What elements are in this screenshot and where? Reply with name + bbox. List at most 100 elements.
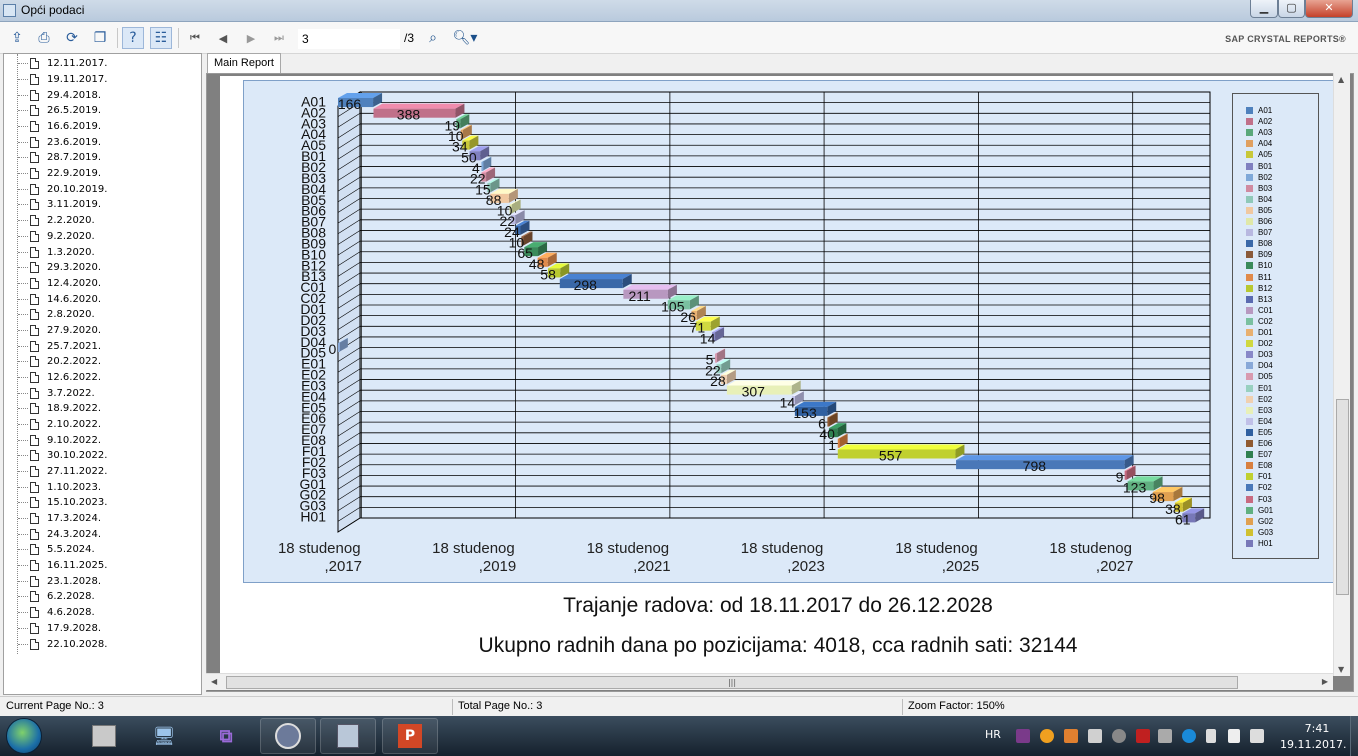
tree-item[interactable]: 17.3.2024.: [18, 511, 101, 527]
taskbar-app-media-icon[interactable]: [260, 718, 316, 754]
vertical-scrollbar[interactable]: ▲ ▼: [1333, 73, 1350, 676]
bar: [338, 342, 340, 353]
horizontal-scroll-thumb[interactable]: |||: [226, 676, 1238, 689]
taskbar-app-installer-icon[interactable]: [320, 718, 376, 754]
taskbar-app-visual-studio-icon[interactable]: ⧉: [198, 718, 254, 754]
tree-item[interactable]: 15.10.2023.: [18, 495, 107, 511]
tray-network-icon[interactable]: [1250, 729, 1264, 743]
tree-item[interactable]: 16.11.2025.: [18, 558, 107, 574]
tree-item[interactable]: 17.9.2028.: [18, 620, 101, 636]
tree-item[interactable]: 12.6.2022.: [18, 370, 101, 386]
parameters-icon[interactable]: ?: [122, 27, 144, 49]
tree-item-label: 19.11.2017.: [47, 74, 108, 86]
scroll-down-icon[interactable]: ▼: [1338, 665, 1344, 674]
tray-device-icon[interactable]: [1088, 729, 1102, 743]
tree-item[interactable]: 24.3.2024.: [18, 526, 101, 542]
tree-item[interactable]: 1.10.2023.: [18, 479, 101, 495]
tree-item[interactable]: 2.8.2020.: [18, 307, 95, 323]
tree-item[interactable]: 25.7.2021.: [18, 338, 101, 354]
tree-item[interactable]: 3.11.2019.: [18, 197, 101, 213]
scroll-right-icon[interactable]: ▶: [1322, 677, 1328, 686]
taskbar-app-powerpoint-icon[interactable]: P: [382, 718, 438, 754]
clock-date[interactable]: 19.11.2017.: [1280, 738, 1346, 751]
export-icon[interactable]: ⇪: [6, 27, 28, 49]
group-tree[interactable]: 12.11.2017. 19.11.2017. 29.4.2018. 26.5.201…: [3, 53, 202, 695]
group-tree-icon[interactable]: ☷: [150, 27, 172, 49]
tree-item[interactable]: 1.3.2020.: [18, 244, 95, 260]
tree-item[interactable]: 4.6.2028.: [18, 605, 95, 621]
tree-item[interactable]: 22.9.2019.: [18, 166, 101, 182]
tray-flame-icon[interactable]: [1064, 729, 1078, 743]
show-desktop-button[interactable]: [1350, 716, 1358, 756]
tree-item[interactable]: 27.11.2022.: [18, 464, 107, 480]
tree-item[interactable]: 3.7.2022.: [18, 385, 95, 401]
taskbar-app-computer-icon[interactable]: 🖥︎: [136, 718, 192, 754]
bar: [827, 417, 830, 427]
tray-language[interactable]: HR: [985, 728, 1001, 741]
tree-item[interactable]: 29.3.2020.: [18, 260, 101, 276]
minimize-button[interactable]: ▁: [1250, 0, 1278, 18]
previous-page-icon[interactable]: ◀: [212, 27, 234, 49]
tray-skype-icon[interactable]: [1182, 729, 1196, 743]
tree-item[interactable]: 5.5.2024.: [18, 542, 95, 558]
tree-item[interactable]: 18.9.2022.: [18, 401, 101, 417]
last-page-icon[interactable]: ⏭: [268, 27, 290, 49]
tree-item[interactable]: 14.6.2020.: [18, 291, 101, 307]
tree-item[interactable]: 2.10.2022.: [18, 417, 101, 433]
document-icon: [30, 638, 39, 650]
tray-pdf-icon[interactable]: [1136, 729, 1150, 743]
tree-item[interactable]: 28.7.2019.: [18, 150, 101, 166]
binoculars-icon[interactable]: ⌕: [422, 27, 444, 49]
tree-item[interactable]: 20.10.2019.: [18, 181, 107, 197]
legend-label: B11: [1258, 272, 1272, 282]
tree-item[interactable]: 2.2.2020.: [18, 213, 95, 229]
first-page-icon[interactable]: ⏮: [184, 27, 206, 49]
tray-flag-icon[interactable]: [1206, 729, 1216, 743]
tree-item[interactable]: 16.6.2019.: [18, 119, 101, 135]
tree-item[interactable]: 26.5.2019.: [18, 103, 101, 119]
tray-app-icon[interactable]: [1040, 729, 1054, 743]
tree-item[interactable]: 23.6.2019.: [18, 134, 101, 150]
tree-item[interactable]: 30.10.2022.: [18, 448, 107, 464]
page-number-input[interactable]: [298, 29, 400, 49]
tree-item[interactable]: 22.10.2028.: [18, 636, 107, 652]
tree-item[interactable]: 27.9.2020.: [18, 323, 101, 339]
start-button[interactable]: [6, 718, 42, 754]
tree-item[interactable]: 23.1.2028.: [18, 573, 101, 589]
tree-item[interactable]: 6.2.2028.: [18, 589, 95, 605]
tree-item[interactable]: 9.2.2020.: [18, 228, 95, 244]
legend-item: E07: [1246, 449, 1272, 460]
tree-item[interactable]: 20.2.2022.: [18, 354, 101, 370]
copy-icon[interactable]: ❐: [89, 27, 111, 49]
tree-item-label: 12.6.2022.: [47, 371, 102, 383]
bar-value-label: 98: [1149, 490, 1165, 506]
tree-item[interactable]: 29.4.2018.: [18, 87, 101, 103]
close-button[interactable]: ✕: [1305, 0, 1353, 18]
clock-time[interactable]: 7:41: [1289, 722, 1345, 735]
tray-monitor-icon[interactable]: [1158, 729, 1172, 743]
legend-label: E03: [1258, 405, 1273, 415]
status-total-page: Total Page No.: 3: [458, 700, 543, 712]
next-page-icon[interactable]: ▶: [240, 27, 262, 49]
print-icon[interactable]: ⎙: [33, 27, 55, 49]
tree-item[interactable]: 19.11.2017.: [18, 72, 107, 88]
tab-main-report[interactable]: Main Report: [207, 53, 281, 73]
tray-volume-icon[interactable]: [1228, 729, 1240, 743]
legend-item: B13: [1246, 294, 1272, 305]
document-icon: [30, 246, 39, 258]
scroll-left-icon[interactable]: ◀: [211, 677, 217, 686]
tree-item[interactable]: 9.10.2022.: [18, 432, 101, 448]
horizontal-scrollbar[interactable]: ◀ ||| ▶: [206, 673, 1333, 690]
taskbar-app-calculator-icon[interactable]: [76, 718, 132, 754]
tree-item[interactable]: 12.11.2017.: [18, 56, 107, 72]
onenote-tray-icon[interactable]: [1016, 729, 1030, 743]
legend-item: F01: [1246, 471, 1272, 482]
tray-sync-icon[interactable]: [1112, 729, 1126, 743]
maximize-button[interactable]: ▢: [1278, 0, 1305, 18]
zoom-icon[interactable]: 🔍︎▾: [450, 27, 480, 49]
tree-item[interactable]: 12.4.2020.: [18, 276, 101, 292]
vertical-scroll-thumb[interactable]: [1336, 399, 1349, 595]
legend-swatch: [1246, 428, 1253, 436]
refresh-icon[interactable]: ⟳: [61, 27, 83, 49]
scroll-up-icon[interactable]: ▲: [1338, 75, 1344, 84]
